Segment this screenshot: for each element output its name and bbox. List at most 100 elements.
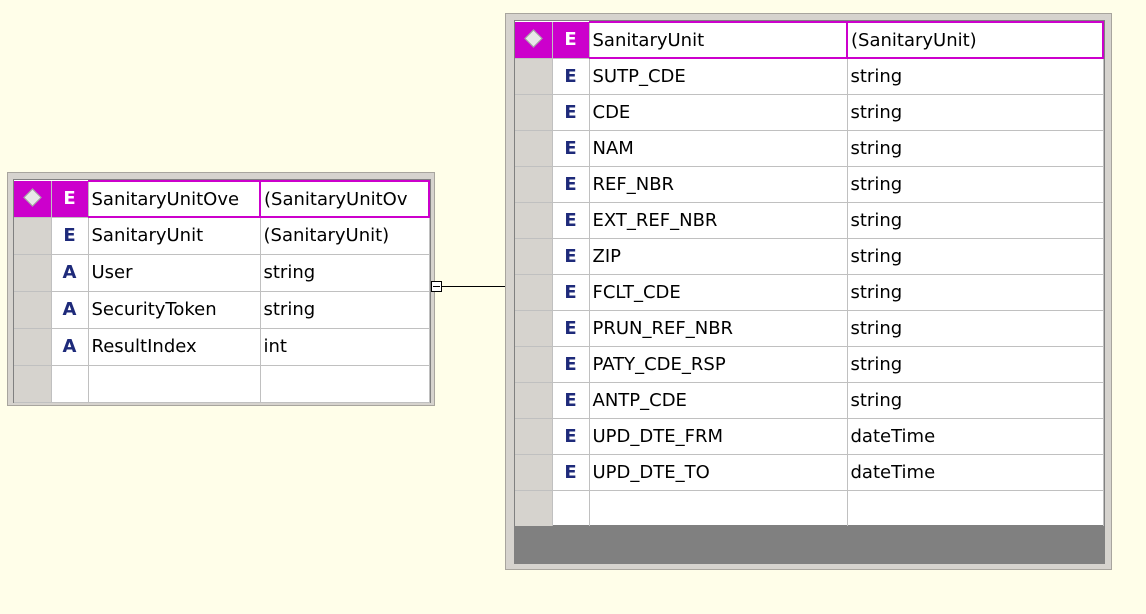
row-type[interactable]: string [847,310,1104,347]
table-row[interactable]: A ResultIndex int [14,328,430,366]
row-type[interactable]: string [847,94,1104,131]
table-row[interactable]: A User string [14,254,430,292]
row-type[interactable]: (SanitaryUnit) [260,217,430,255]
table-row[interactable]: E FCLT_CDE string [515,274,1104,311]
row-type[interactable]: string [847,58,1104,95]
row-name[interactable]: NAM [589,130,848,167]
left-entity-header[interactable]: E SanitaryUnitOve (SanitaryUnitOv [14,180,430,218]
row-type[interactable]: string [847,202,1104,239]
collapse-box-icon[interactable] [431,281,442,292]
row-name[interactable]: UPD_DTE_TO [589,454,848,491]
right-entity-name[interactable]: SanitaryUnit [589,21,848,59]
table-row[interactable]: E PATY_CDE_RSP string [515,346,1104,383]
row-gutter [14,291,52,329]
table-row[interactable] [14,365,430,403]
row-type[interactable]: dateTime [847,454,1104,491]
row-kind[interactable]: E [552,202,590,239]
row-gutter [515,454,553,491]
row-name[interactable]: ANTP_CDE [589,382,848,419]
row-kind[interactable]: A [51,254,89,292]
left-entity-table: E SanitaryUnitOve (SanitaryUnitOv E Sanit… [14,180,430,403]
row-gutter [14,328,52,366]
table-row[interactable]: E UPD_DTE_FRM dateTime [515,418,1104,455]
left-entity-box[interactable]: E SanitaryUnitOve (SanitaryUnitOv E Sanit… [7,172,435,406]
row-kind[interactable]: E [552,382,590,419]
right-entity-table: E SanitaryUnit (SanitaryUnit) E SUTP_CDE s… [515,21,1104,527]
row-type[interactable]: string [260,254,430,292]
left-entity-name[interactable]: SanitaryUnitOve [88,180,261,218]
right-entity-grid: E SanitaryUnit (SanitaryUnit) E SUTP_CDE s… [514,20,1105,527]
header-diamond-cell [515,22,553,59]
row-gutter [14,365,52,403]
header-kind: E [51,181,89,218]
row-kind[interactable]: E [51,217,89,255]
row-gutter [515,130,553,167]
table-row[interactable]: E UPD_DTE_TO dateTime [515,454,1104,491]
table-row[interactable]: E SUTP_CDE string [515,58,1104,95]
row-name[interactable]: SanitaryUnit [88,217,261,255]
row-kind[interactable]: E [552,310,590,347]
right-entity-header[interactable]: E SanitaryUnit (SanitaryUnit) [515,21,1104,59]
table-row[interactable]: A SecurityToken string [14,291,430,329]
row-name[interactable]: CDE [589,94,848,131]
right-entity-type[interactable]: (SanitaryUnit) [847,21,1104,59]
row-name[interactable]: User [88,254,261,292]
row-name[interactable]: PRUN_REF_NBR [589,310,848,347]
row-type[interactable]: string [847,382,1104,419]
row-name[interactable]: REF_NBR [589,166,848,203]
table-row[interactable]: E CDE string [515,94,1104,131]
row-gutter [515,490,553,527]
row-gutter [515,238,553,275]
row-kind[interactable]: E [552,166,590,203]
row-name[interactable]: ResultIndex [88,328,261,366]
row-type[interactable]: dateTime [847,418,1104,455]
table-row[interactable]: E PRUN_REF_NBR string [515,310,1104,347]
table-row[interactable]: E REF_NBR string [515,166,1104,203]
row-gutter [515,166,553,203]
row-kind[interactable]: E [552,94,590,131]
row-name[interactable]: EXT_REF_NBR [589,202,848,239]
header-diamond-cell [14,181,52,218]
row-type[interactable]: string [847,346,1104,383]
row-type[interactable]: int [260,328,430,366]
row-kind[interactable] [51,365,89,403]
row-name[interactable]: FCLT_CDE [589,274,848,311]
row-type[interactable] [260,365,430,403]
row-name[interactable]: SUTP_CDE [589,58,848,95]
row-name[interactable] [88,365,261,403]
row-type[interactable]: string [260,291,430,329]
row-name[interactable] [589,490,848,527]
row-name[interactable]: UPD_DTE_FRM [589,418,848,455]
row-kind[interactable]: E [552,346,590,383]
row-kind[interactable]: E [552,418,590,455]
left-entity-type[interactable]: (SanitaryUnitOv [260,180,430,218]
row-name[interactable]: ZIP [589,238,848,275]
table-row[interactable]: E ZIP string [515,238,1104,275]
row-type[interactable] [847,490,1104,527]
row-kind[interactable]: A [51,328,89,366]
diamond-icon [23,188,42,207]
table-row[interactable] [515,490,1104,527]
row-kind[interactable]: E [552,454,590,491]
row-kind[interactable]: E [552,58,590,95]
right-entity-box[interactable]: E SanitaryUnit (SanitaryUnit) E SUTP_CDE s… [505,13,1112,570]
table-row[interactable]: E SanitaryUnit (SanitaryUnit) [14,217,430,255]
row-gutter [515,346,553,383]
row-kind[interactable] [552,490,590,527]
row-kind[interactable]: A [51,291,89,329]
row-type[interactable]: string [847,166,1104,203]
row-kind[interactable]: E [552,130,590,167]
header-kind: E [552,22,590,59]
row-type[interactable]: string [847,130,1104,167]
table-row[interactable]: E EXT_REF_NBR string [515,202,1104,239]
row-gutter [14,217,52,255]
table-row[interactable]: E NAM string [515,130,1104,167]
row-kind[interactable]: E [552,238,590,275]
row-type[interactable]: string [847,274,1104,311]
row-type[interactable]: string [847,238,1104,275]
row-name[interactable]: PATY_CDE_RSP [589,346,848,383]
table-row[interactable]: E ANTP_CDE string [515,382,1104,419]
diamond-icon [524,29,543,48]
row-name[interactable]: SecurityToken [88,291,261,329]
row-kind[interactable]: E [552,274,590,311]
